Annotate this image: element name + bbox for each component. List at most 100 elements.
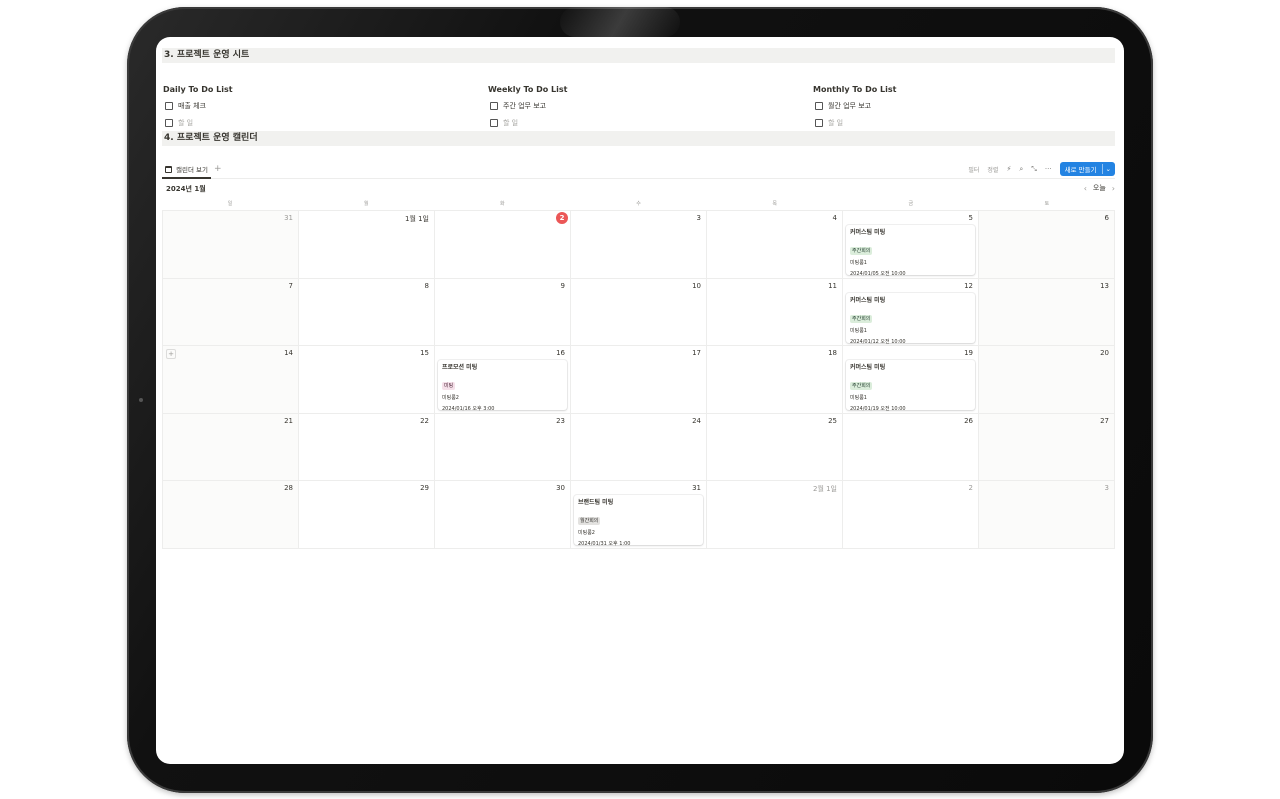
calendar-day-cell[interactable]: 16 프로모션 미팅 미팅 미팅룸2 2024/01/16 오후 3:00	[435, 346, 571, 414]
day-number: 31	[284, 214, 293, 222]
event-datetime: 2024/01/05 오전 10:00	[850, 271, 906, 277]
calendar-day-cell[interactable]: 2	[843, 481, 979, 549]
calendar-day-cell[interactable]: 13	[979, 278, 1115, 347]
todo-item-placeholder[interactable]: 할 일	[488, 115, 788, 130]
todo-item-placeholder[interactable]: 할 일	[813, 115, 1113, 130]
calendar-day-cell[interactable]: 25	[707, 413, 843, 482]
weekly-todo-list: Weekly To Do List 주간 업무 보고 할 일	[488, 84, 788, 130]
event-tag-row: 주간회의	[850, 372, 971, 391]
day-number: 3	[696, 214, 701, 222]
checkbox[interactable]	[165, 101, 173, 110]
calendar-day-cell[interactable]: 14 +	[163, 346, 299, 414]
calendar-day-cell[interactable]: 11	[707, 278, 843, 347]
event-card[interactable]: 커머스팀 미팅 주간회의 미팅룸1 2024/01/12 오전 10:00	[846, 292, 975, 345]
calendar-day-cell[interactable]: 18	[707, 346, 843, 414]
calendar-grid: 31 1월 1일 2 3 4 5 커머스팀 미팅 주간회의 미팅룸1 2024/01/05 오전 …	[162, 210, 1115, 549]
weekday-label: 수	[636, 201, 641, 207]
weekday-label: 월	[363, 201, 369, 207]
calendar-day-cell[interactable]: 17	[571, 346, 707, 414]
todo-placeholder-label: 할 일	[503, 118, 519, 127]
checkbox[interactable]	[490, 101, 498, 110]
todo-item-placeholder[interactable]: 할 일	[163, 115, 463, 130]
day-number: 27	[1100, 416, 1109, 425]
today-button[interactable]: 오늘	[1093, 183, 1106, 193]
sort-button[interactable]: 정렬	[987, 165, 998, 174]
event-card[interactable]: 커머스팀 미팅 주간회의 미팅룸1 2024/01/19 오전 10:00	[846, 360, 975, 412]
tab-calendar-view[interactable]: 캘린더 보기	[162, 161, 211, 179]
search-icon[interactable]: ⌕	[1019, 165, 1023, 174]
chevron-down-icon[interactable]: ⌄	[1106, 165, 1111, 173]
calendar-day-cell[interactable]: 12 커머스팀 미팅 주간회의 미팅룸1 2024/01/12 오전 10:00	[843, 278, 979, 347]
checkbox[interactable]	[815, 118, 823, 127]
calendar-day-cell[interactable]: 28	[163, 481, 299, 549]
weekday-label: 일	[227, 201, 233, 207]
event-card[interactable]: 커머스팀 미팅 주간회의 미팅룸1 2024/01/05 오전 10:00	[846, 225, 975, 277]
weekday-label: 금	[908, 201, 914, 207]
calendar-day-cell[interactable]: 3	[571, 211, 707, 279]
calendar-day-cell[interactable]: 24	[571, 413, 707, 482]
day-number: 26	[964, 416, 973, 425]
todo-list-title: Monthly To Do List	[813, 85, 897, 94]
add-view-button[interactable]: +	[214, 164, 222, 174]
todo-item[interactable]: 매출 체크	[163, 98, 463, 113]
plus-icon[interactable]: +	[166, 349, 176, 360]
filter-button[interactable]: 필터	[968, 165, 979, 174]
daily-todo-list: Daily To Do List 매출 체크 할 일	[163, 84, 463, 130]
calendar-day-cell[interactable]: 2월 1일	[707, 481, 843, 549]
event-card[interactable]: 프로모션 미팅 미팅 미팅룸2 2024/01/16 오후 3:00	[438, 360, 567, 412]
calendar-day-cell[interactable]: 2	[435, 211, 571, 279]
todo-placeholder-label: 할 일	[178, 118, 194, 127]
chevron-left-icon[interactable]: ‹	[1084, 184, 1087, 193]
calendar-day-cell[interactable]: 31	[163, 211, 299, 279]
calendar-day-cell[interactable]: 31 브랜드팀 미팅 월간회의 미팅룸2 2024/01/31 오후 1:00	[571, 481, 707, 549]
calendar-day-cell[interactable]: 22	[299, 413, 435, 482]
todo-item-label: 월간 업무 보고	[828, 101, 872, 110]
day-number: 28	[284, 484, 293, 493]
more-icon[interactable]: ···	[1045, 165, 1052, 173]
calendar-day-cell[interactable]: 4	[707, 211, 843, 279]
todo-item[interactable]: 주간 업무 보고	[488, 98, 788, 113]
todo-item-label: 주간 업무 보고	[503, 101, 547, 110]
calendar-day-cell[interactable]: 29	[299, 481, 435, 549]
calendar-day-cell[interactable]: 8	[299, 278, 435, 347]
calendar-day-cell[interactable]: 15	[299, 346, 435, 414]
resize-icon[interactable]: ⤡	[1031, 165, 1037, 174]
calendar-day-cell[interactable]: 10	[571, 278, 707, 347]
event-card[interactable]: 브랜드팀 미팅 월간회의 미팅룸2 2024/01/31 오후 1:00	[574, 495, 703, 547]
calendar-day-cell[interactable]: 6	[979, 211, 1115, 279]
new-button[interactable]: 새로 만들기 ⌄	[1059, 162, 1115, 176]
month-label: 2024년 1월	[166, 185, 206, 193]
calendar-day-cell[interactable]: 5 커머스팀 미팅 주간회의 미팅룸1 2024/01/05 오전 10:00	[843, 211, 979, 279]
calendar-day-cell[interactable]: 21	[163, 413, 299, 482]
todo-item-label: 매출 체크	[178, 101, 206, 110]
day-number: 15	[420, 349, 429, 358]
weekday-label: 토	[1044, 201, 1050, 207]
event-datetime: 2024/01/12 오전 10:00	[850, 338, 906, 345]
calendar-day-cell[interactable]: 1월 1일	[299, 211, 435, 279]
day-number: 30	[556, 484, 565, 493]
checkbox[interactable]	[490, 118, 498, 127]
calendar-day-cell[interactable]: 30	[435, 481, 571, 549]
checkbox[interactable]	[815, 101, 823, 110]
day-number: 3	[1104, 484, 1109, 493]
calendar-day-cell[interactable]: 20	[979, 346, 1115, 414]
calendar-day-cell[interactable]: 7	[163, 278, 299, 347]
day-number: 20	[1100, 349, 1109, 358]
calendar-day-cell[interactable]: 26	[843, 413, 979, 482]
day-number: 24	[692, 416, 701, 425]
chevron-right-icon[interactable]: ›	[1112, 184, 1115, 193]
stage: 3. 프로젝트 운영 시트 Daily To Do List 매출 체크 할 일…	[0, 0, 1280, 799]
calendar-day-cell[interactable]: 19 커머스팀 미팅 주간회의 미팅룸1 2024/01/19 오전 10:00	[843, 346, 979, 414]
calendar-day-cell[interactable]: 9	[435, 278, 571, 347]
calendar-day-cell[interactable]: 27	[979, 413, 1115, 482]
calendar-day-cell[interactable]: 23	[435, 413, 571, 482]
checkbox[interactable]	[165, 118, 173, 127]
calendar-day-cell[interactable]: 3	[979, 481, 1115, 549]
day-number: 5	[968, 214, 973, 222]
event-room: 미팅룸1	[850, 395, 867, 402]
day-number: 31	[692, 484, 701, 493]
todo-item[interactable]: 월간 업무 보고	[813, 98, 1113, 113]
view-tabs-bar: 캘린더 보기 + 필터 정렬 ⚡ ⌕ ⤡ ··· 새로 만들기 ⌄	[162, 161, 1115, 179]
lightning-icon[interactable]: ⚡	[1006, 165, 1011, 173]
day-number: 29	[420, 484, 429, 493]
